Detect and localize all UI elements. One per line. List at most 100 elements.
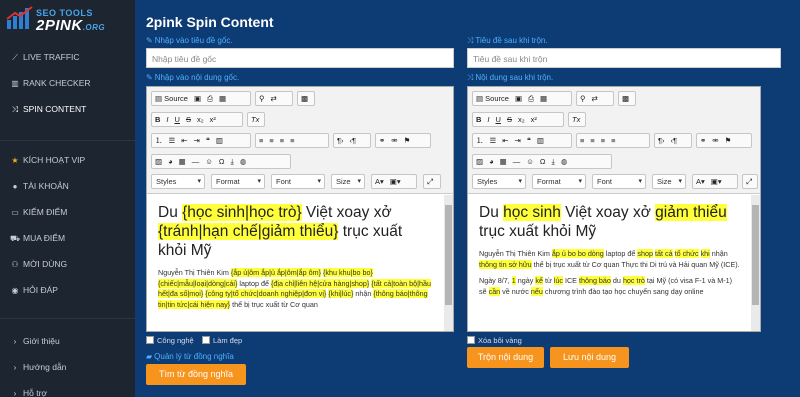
anchor-icon[interactable]: ⚑ [722, 134, 735, 147]
bullet-list-icon[interactable]: ☰ [166, 134, 179, 147]
sidebar-item-buy-points[interactable]: ⛟ MUA ĐIỂM [10, 233, 65, 244]
preview-icon[interactable]: ▣ [512, 92, 525, 105]
bullet-list-icon[interactable]: ☰ [487, 134, 500, 147]
sidebar-link-about[interactable]: › Giới thiệu [10, 336, 60, 346]
bg-color-icon[interactable]: ▣▾ [387, 175, 404, 188]
text-color-icon[interactable]: A▾ [372, 175, 387, 188]
bold-button[interactable]: B [152, 113, 163, 126]
sidebar-item-earn-points[interactable]: ▭ KIẾM ĐIỂM [10, 207, 67, 217]
underline-button[interactable]: U [493, 113, 504, 126]
ltr-icon[interactable]: ¶› [334, 134, 347, 147]
outdent-icon[interactable]: ⇤ [178, 134, 190, 147]
align-left-icon[interactable]: ≡ [577, 134, 587, 147]
subscript-button[interactable]: x₂ [194, 113, 207, 126]
align-center-icon[interactable]: ≡ [587, 134, 597, 147]
blockquote-icon[interactable]: ❝ [524, 134, 534, 147]
select-all-icon[interactable]: ▩ [298, 92, 311, 105]
page-break-icon[interactable]: ⤓ [549, 155, 558, 168]
underline-button[interactable]: U [172, 113, 183, 126]
editor-content[interactable]: Du học sinh Việt xoay xở giảm thiểu trục… [469, 195, 750, 331]
flash-icon[interactable]: ◕ [486, 155, 497, 168]
sidebar-item-vip[interactable]: ★ KÍCH HOẠT VIP [10, 155, 85, 165]
strike-button[interactable]: S [504, 113, 515, 126]
sidebar-item-invite[interactable]: ⚇ MỜI DÙNG [10, 259, 67, 269]
align-right-icon[interactable]: ≡ [277, 134, 287, 147]
image-icon[interactable]: ▨ [473, 155, 486, 168]
styles-select[interactable]: Styles [151, 174, 205, 189]
scrollbar-thumb[interactable] [752, 205, 759, 305]
anchor-icon[interactable]: ⚑ [401, 134, 414, 147]
table-icon[interactable]: ▦ [497, 155, 510, 168]
maximize-icon[interactable]: ⤢ [424, 175, 436, 188]
logo[interactable]: SEO TOOLS 2PINK.ORG [6, 6, 126, 34]
sidebar-link-support[interactable]: › Hỗ trợ [10, 388, 47, 397]
outdent-icon[interactable]: ⇤ [499, 134, 511, 147]
spun-content-editor[interactable]: ▤ Source ▣ ⎙ ▦ ⚲ ⇄ ▩ B I U Sx₂ x² Tx ⒈ ☰ ⇤ ⇥ ❝ ▥ ≡ ≡ ≡ ≡… [467, 86, 761, 332]
div-icon[interactable]: ▥ [213, 134, 226, 147]
rtl-icon[interactable]: ‹¶ [347, 134, 360, 147]
select-all-icon[interactable]: ▩ [619, 92, 632, 105]
checkbox-box[interactable] [202, 336, 210, 344]
rtl-icon[interactable]: ‹¶ [668, 134, 681, 147]
justify-icon[interactable]: ≡ [287, 134, 297, 147]
spun-title-input[interactable]: Tiêu đề sau khi trộn [467, 48, 781, 68]
source-button[interactable]: ▤ Source [152, 92, 191, 105]
checkbox-box[interactable] [467, 336, 475, 344]
italic-button[interactable]: I [484, 113, 492, 126]
numbered-list-icon[interactable]: ⒈ [473, 134, 487, 147]
editor-content[interactable]: Du {học sinh|học trò} Việt xoay xở {trán… [148, 195, 443, 331]
print-icon[interactable]: ⎙ [204, 92, 216, 105]
size-select[interactable]: Size [331, 174, 365, 189]
link-icon[interactable]: ⚭ [697, 134, 709, 147]
unlink-icon[interactable]: ⚮ [709, 134, 721, 147]
iframe-icon[interactable]: ◍ [558, 155, 571, 168]
original-content-editor[interactable]: ▤ Source ▣ ⎙ ▦ ⚲ ⇄ ▩ B I U Sx₂ x² Tx ⒈ ☰ ⇤ ⇥ ❝ ▥ ≡ ≡ ≡ ≡… [146, 86, 454, 332]
sidebar-link-guide[interactable]: › Hướng dẫn [10, 362, 67, 372]
italic-button[interactable]: I [163, 113, 171, 126]
align-center-icon[interactable]: ≡ [266, 134, 276, 147]
align-left-icon[interactable]: ≡ [256, 134, 266, 147]
size-select[interactable]: Size [652, 174, 686, 189]
sidebar-item-live-traffic[interactable]: ⟋ LIVE TRAFFIC [10, 52, 79, 63]
table-icon[interactable]: ▦ [176, 155, 189, 168]
page-break-icon[interactable]: ⤓ [228, 155, 237, 168]
div-icon[interactable]: ▥ [534, 134, 547, 147]
template-icon[interactable]: ▦ [537, 92, 550, 105]
original-title-input[interactable]: Nhập tiêu đề gốc [146, 48, 454, 68]
remove-format-icon[interactable]: Tx [248, 113, 262, 126]
iframe-icon[interactable]: ◍ [237, 155, 250, 168]
link-icon[interactable]: ⚭ [376, 134, 388, 147]
editor-scrollbar[interactable] [751, 195, 760, 331]
unlink-icon[interactable]: ⚮ [388, 134, 400, 147]
beauty-checkbox[interactable]: Làm đẹp [202, 336, 242, 345]
superscript-button[interactable]: x² [528, 113, 540, 126]
replace-icon[interactable]: ⇄ [268, 92, 280, 105]
special-char-icon[interactable]: Ω [216, 155, 228, 168]
superscript-button[interactable]: x² [207, 113, 219, 126]
sidebar-item-rank-checker[interactable]: ▥ RANK CHECKER [10, 78, 90, 88]
editor-scrollbar[interactable] [444, 195, 453, 331]
smiley-icon[interactable]: ☺ [202, 155, 216, 168]
format-select[interactable]: Format [532, 174, 586, 189]
remove-format-icon[interactable]: Tx [569, 113, 583, 126]
subscript-button[interactable]: x₂ [515, 113, 528, 126]
justify-icon[interactable]: ≡ [608, 134, 618, 147]
print-icon[interactable]: ⎙ [525, 92, 537, 105]
horizontal-rule-icon[interactable]: ― [189, 155, 203, 168]
styles-select[interactable]: Styles [472, 174, 526, 189]
image-icon[interactable]: ▨ [152, 155, 165, 168]
strike-button[interactable]: S [183, 113, 194, 126]
blockquote-icon[interactable]: ❝ [203, 134, 213, 147]
font-select[interactable]: Font [271, 174, 325, 189]
indent-icon[interactable]: ⇥ [512, 134, 524, 147]
preview-icon[interactable]: ▣ [191, 92, 204, 105]
replace-icon[interactable]: ⇄ [589, 92, 601, 105]
format-select[interactable]: Format [211, 174, 265, 189]
bg-color-icon[interactable]: ▣▾ [708, 175, 725, 188]
special-char-icon[interactable]: Ω [537, 155, 549, 168]
ltr-icon[interactable]: ¶› [655, 134, 668, 147]
checkbox-box[interactable] [146, 336, 154, 344]
indent-icon[interactable]: ⇥ [191, 134, 203, 147]
sidebar-item-faq[interactable]: ◉ HỎI ĐÁP [10, 285, 58, 295]
find-icon[interactable]: ⚲ [577, 92, 589, 105]
